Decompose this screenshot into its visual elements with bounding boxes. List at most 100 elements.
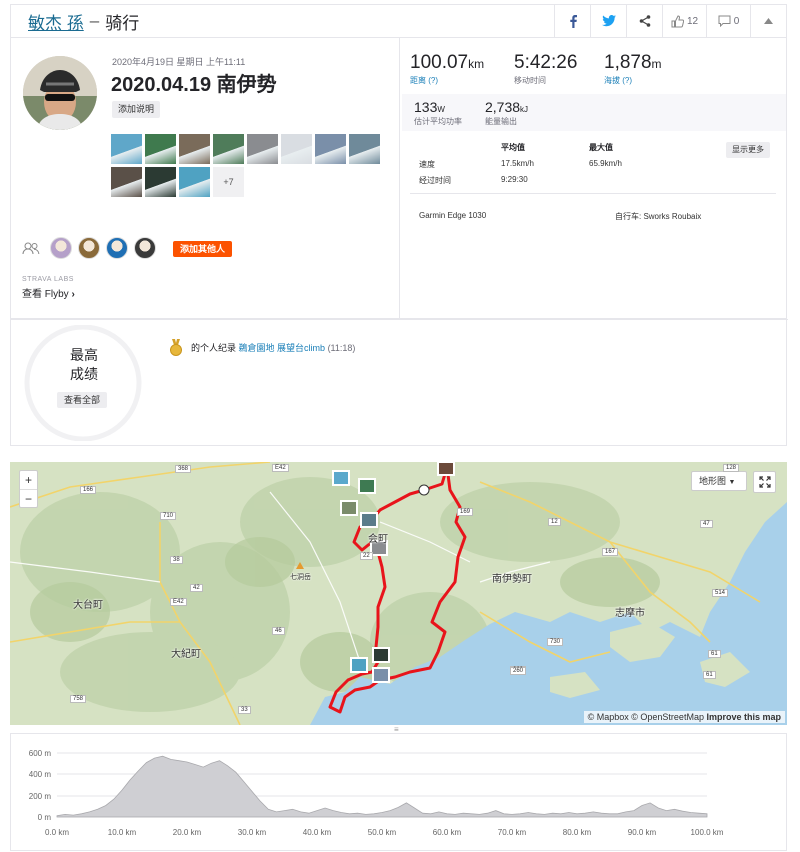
road-number-label: 710 xyxy=(160,512,177,520)
road-number-label: 730 xyxy=(547,638,564,646)
group-riders xyxy=(50,237,156,259)
athlete-name-link[interactable]: 敏杰 孫 xyxy=(28,9,84,34)
thumbs-up-icon xyxy=(671,14,684,27)
moving-time-label: 移动时间 xyxy=(514,76,546,85)
map-label-peak: 七洞岳 xyxy=(290,574,311,581)
zoom-in-button[interactable]: + xyxy=(20,471,37,489)
achievement-item: 的个人纪录 鵜倉園地 展望台climb (11:18) xyxy=(191,341,355,354)
elevation-unit: m xyxy=(651,57,662,71)
share-button[interactable] xyxy=(626,5,662,37)
distance-help-link[interactable]: (?) xyxy=(428,76,438,85)
flyby-label: 查看 Flyby xyxy=(22,289,69,300)
expand-icon xyxy=(758,476,771,488)
distance-label: 距离 xyxy=(410,76,426,85)
y-tick-label: 400 m xyxy=(29,770,52,779)
add-others-button[interactable]: 添加其他人 xyxy=(173,241,233,257)
group-icon xyxy=(22,242,40,255)
photo-thumbnail[interactable] xyxy=(145,167,176,197)
x-tick-label: 20.0 km xyxy=(173,828,202,837)
power-label: 估计平均功率 xyxy=(414,117,462,126)
activity-type: 骑行 xyxy=(105,13,140,33)
avg-header: 平均值 xyxy=(501,143,525,152)
road-number-label: 166 xyxy=(80,486,97,494)
photo-thumbnail[interactable] xyxy=(111,167,142,197)
attribution-osm-link[interactable]: © OpenStreetMap xyxy=(631,712,704,722)
stat-distance: 100.07km 距离 (?) xyxy=(410,52,484,86)
flyby-link[interactable]: 查看 Flyby › xyxy=(22,285,75,300)
title-separator: – xyxy=(89,11,100,30)
photo-thumbnail[interactable] xyxy=(213,134,244,164)
photo-thumbnail[interactable] xyxy=(179,134,210,164)
road-number-label: 42 xyxy=(190,584,203,592)
best-efforts-line1: 最高 xyxy=(70,347,98,363)
photo-thumbnail[interactable] xyxy=(111,134,142,164)
photo-thumbnail[interactable] xyxy=(145,134,176,164)
zoom-out-button[interactable]: − xyxy=(20,489,37,507)
elevation-profile[interactable]: 600 m 400 m 200 m 0 m 0.0 km 10.0 km 20.0 km 30… xyxy=(10,733,787,851)
pr-medal-icon xyxy=(170,339,182,356)
x-tick-label: 100.0 km xyxy=(691,828,724,837)
route-map[interactable]: + − 地形图 ▼ 南伊勢町 志摩市 大台町 大紀町 会町 七洞岳 368 E42… xyxy=(10,462,787,725)
x-tick-label: 30.0 km xyxy=(238,828,267,837)
elevation-label: 海拔 xyxy=(604,76,620,85)
avatar[interactable] xyxy=(23,56,97,130)
power-unit: W xyxy=(437,105,445,114)
twitter-icon xyxy=(601,15,616,27)
rider-avatar[interactable] xyxy=(134,237,156,259)
attribution-mapbox-link[interactable]: © Mapbox xyxy=(588,712,629,722)
stat-elevation: 1,878m 海拔 (?) xyxy=(604,52,662,86)
photo-thumbnail[interactable] xyxy=(179,167,210,197)
rider-avatar[interactable] xyxy=(106,237,128,259)
activity-summary-card: 2020年4月19日 星期日 上午11:11 2020.04.19 南伊势 添加… xyxy=(10,38,787,319)
bike-name: 自行车: Sworks Roubaix xyxy=(615,212,702,221)
map-type-select[interactable]: 地形图 ▼ xyxy=(691,471,747,491)
comment-button[interactable]: 0 xyxy=(706,5,750,37)
fullscreen-button[interactable] xyxy=(753,471,776,493)
segment-link[interactable]: 鵜倉園地 展望台climb xyxy=(239,343,326,353)
road-number-label: 758 xyxy=(70,695,87,703)
photo-thumbnail[interactable] xyxy=(349,134,380,164)
road-number-label: 61 xyxy=(708,650,721,658)
road-number-label: 61 xyxy=(703,671,716,679)
kudos-count: 12 xyxy=(686,15,699,27)
best-efforts-line2: 成绩 xyxy=(70,366,98,382)
add-description-button[interactable]: 添加说明 xyxy=(112,101,161,118)
max-header: 最大值 xyxy=(589,143,613,152)
road-number-label: 260 xyxy=(510,667,527,675)
twitter-share-button[interactable] xyxy=(590,5,626,37)
map-label-town: 会町 xyxy=(368,534,388,545)
kudos-button[interactable]: 12 xyxy=(662,5,706,37)
page-title: 敏杰 孫 – 骑行 xyxy=(28,9,139,34)
road-number-label: 33 xyxy=(238,706,251,714)
speed-avg: 17.5km/h xyxy=(501,159,534,168)
view-all-button[interactable]: 查看全部 xyxy=(57,392,108,408)
collapse-button[interactable] xyxy=(750,5,786,37)
elevation-help-link[interactable]: (?) xyxy=(622,76,632,85)
photo-thumbnail[interactable] xyxy=(247,134,278,164)
speed-max: 65.9km/h xyxy=(589,159,622,168)
zoom-control: + − xyxy=(19,470,38,508)
rider-avatar[interactable] xyxy=(50,237,72,259)
facebook-icon xyxy=(569,15,577,28)
road-number-label: 46 xyxy=(272,627,285,635)
chevron-right-icon: › xyxy=(71,289,75,300)
more-photos-button[interactable]: +7 xyxy=(213,167,244,197)
x-tick-label: 60.0 km xyxy=(433,828,462,837)
photo-thumbnail[interactable] xyxy=(315,134,346,164)
x-tick-label: 80.0 km xyxy=(563,828,592,837)
rider-avatar[interactable] xyxy=(78,237,100,259)
map-label-minamiise: 南伊勢町 xyxy=(492,574,532,585)
device-name: Garmin Edge 1030 xyxy=(419,211,487,220)
energy-unit: kJ xyxy=(520,105,529,114)
caret-down-icon: ▼ xyxy=(728,479,736,486)
show-more-button[interactable]: 显示更多 xyxy=(726,142,770,158)
facebook-share-button[interactable] xyxy=(554,5,590,37)
road-number-label: 38 xyxy=(170,556,183,564)
improve-map-link[interactable]: Improve this map xyxy=(706,712,781,722)
road-number-label: 22 xyxy=(360,552,373,560)
energy-label: 能量输出 xyxy=(485,117,517,126)
elapsed-label: 经过时间 xyxy=(419,176,451,185)
road-number-label: E42 xyxy=(272,464,289,472)
photo-thumbnail[interactable] xyxy=(281,134,312,164)
share-icon xyxy=(639,15,650,27)
